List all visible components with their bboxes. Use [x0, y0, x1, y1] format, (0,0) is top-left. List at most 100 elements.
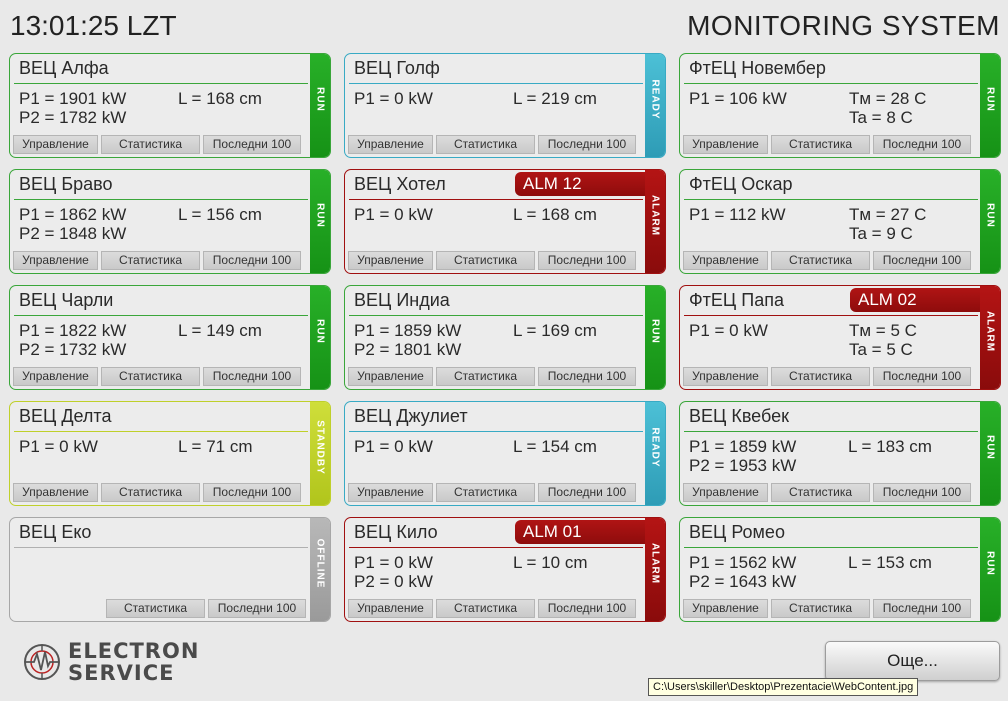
- last-100-button[interactable]: Последни 100: [873, 251, 971, 270]
- water-level: L = 10 cm: [513, 553, 588, 572]
- more-button[interactable]: Още...: [825, 641, 1000, 681]
- power-p1: P1 = 0 kW: [19, 437, 98, 456]
- last-100-button[interactable]: Последни 100: [538, 483, 636, 502]
- status-strip: ALARM: [645, 170, 665, 273]
- divider: [14, 431, 308, 432]
- card-buttons: Управление Статистика Последни 100: [348, 367, 641, 386]
- control-button[interactable]: Управление: [348, 367, 433, 386]
- last-100-button[interactable]: Последни 100: [203, 251, 301, 270]
- status-strip: RUN: [645, 286, 665, 389]
- control-button[interactable]: Управление: [348, 135, 433, 154]
- water-level: L = 183 cm: [848, 437, 932, 456]
- last-100-button[interactable]: Последни 100: [538, 251, 636, 270]
- status-label: RUN: [984, 435, 996, 460]
- station-card[interactable]: ФтЕЦ Оскар P1 = 112 kW Tм = 27 C Ta = 9 C Уп…: [679, 169, 1001, 274]
- station-card[interactable]: ВЕЦ Индиа P1 = 1859 kW P2 = 1801 kW L = 169…: [344, 285, 666, 390]
- station-card[interactable]: ВЕЦ Чарли P1 = 1822 kW P2 = 1732 kW L = 149…: [9, 285, 331, 390]
- status-strip: ALARM: [645, 518, 665, 621]
- station-card[interactable]: ФтЕЦ Новембер P1 = 106 kW Tм = 28 C Ta = 8 …: [679, 53, 1001, 158]
- status-label: RUN: [314, 319, 326, 344]
- status-strip: OFFLINE: [310, 518, 330, 621]
- last-100-button[interactable]: Последни 100: [538, 135, 636, 154]
- card-buttons: Управление Статистика Последни 100: [13, 251, 306, 270]
- control-button[interactable]: Управление: [348, 483, 433, 502]
- water-level: L = 219 cm: [513, 89, 597, 108]
- control-button[interactable]: Управление: [683, 135, 768, 154]
- water-level: L = 168 cm: [178, 89, 262, 108]
- statistics-button[interactable]: Статистика: [771, 367, 870, 386]
- control-button[interactable]: Управление: [683, 367, 768, 386]
- divider: [349, 315, 643, 316]
- control-button[interactable]: Управление: [348, 599, 433, 618]
- statistics-button[interactable]: Статистика: [436, 135, 535, 154]
- statistics-button[interactable]: Статистика: [106, 599, 205, 618]
- divider: [14, 315, 308, 316]
- power-p1: P1 = 112 kW: [689, 205, 786, 224]
- station-card[interactable]: ФтЕЦ Папа ALM 02 P1 = 0 kW Tм = 5 C Ta = 5 C…: [679, 285, 1001, 390]
- statistics-button[interactable]: Статистика: [101, 251, 200, 270]
- last-100-button[interactable]: Последни 100: [203, 483, 301, 502]
- control-button[interactable]: Управление: [13, 135, 98, 154]
- statistics-button[interactable]: Статистика: [771, 251, 870, 270]
- statistics-button[interactable]: Статистика: [436, 599, 535, 618]
- status-strip: RUN: [310, 286, 330, 389]
- control-button[interactable]: Управление: [348, 251, 433, 270]
- card-buttons: Управление Статистика Последни 100: [348, 135, 641, 154]
- station-card[interactable]: ВЕЦ Хотел ALM 12 P1 = 0 kW L = 168 cm Управл…: [344, 169, 666, 274]
- status-strip: READY: [645, 54, 665, 157]
- statistics-button[interactable]: Статистика: [771, 483, 870, 502]
- statistics-button[interactable]: Статистика: [101, 483, 200, 502]
- power-p2: P2 = 1801 kW: [354, 340, 462, 359]
- station-card[interactable]: ВЕЦ Делта P1 = 0 kW L = 71 cm Управление Ста…: [9, 401, 331, 506]
- control-button[interactable]: Управление: [13, 251, 98, 270]
- control-button[interactable]: Управление: [683, 483, 768, 502]
- last-100-button[interactable]: Последни 100: [208, 599, 306, 618]
- card-buttons: Управление Статистика Последни 100: [683, 251, 976, 270]
- water-level: L = 153 cm: [848, 553, 932, 572]
- station-card[interactable]: ВЕЦ Ромео P1 = 1562 kW P2 = 1643 kW L = 153…: [679, 517, 1001, 622]
- card-buttons: Управление Статистика Последни 100: [13, 483, 306, 502]
- station-card[interactable]: ВЕЦ Голф P1 = 0 kW L = 219 cm Управление Ста…: [344, 53, 666, 158]
- statistics-button[interactable]: Статистика: [101, 135, 200, 154]
- last-100-button[interactable]: Последни 100: [873, 599, 971, 618]
- statistics-button[interactable]: Статистика: [101, 367, 200, 386]
- station-card[interactable]: ВЕЦ Квебек P1 = 1859 kW P2 = 1953 kW L = 18…: [679, 401, 1001, 506]
- statistics-button[interactable]: Статистика: [436, 251, 535, 270]
- statistics-button[interactable]: Статистика: [436, 367, 535, 386]
- station-name: ФтЕЦ Оскар: [689, 174, 793, 194]
- status-label: ALARM: [649, 542, 661, 585]
- water-level: L = 156 cm: [178, 205, 262, 224]
- last-100-button[interactable]: Последни 100: [538, 599, 636, 618]
- statistics-button[interactable]: Статистика: [771, 599, 870, 618]
- power-p1: P1 = 1859 kW: [689, 437, 797, 456]
- control-button[interactable]: Управление: [13, 367, 98, 386]
- control-button[interactable]: Управление: [683, 251, 768, 270]
- station-card[interactable]: ВЕЦ Алфа P1 = 1901 kW P2 = 1782 kW L = 168 …: [9, 53, 331, 158]
- last-100-button[interactable]: Последни 100: [873, 135, 971, 154]
- control-button[interactable]: Управление: [13, 483, 98, 502]
- alarm-badge[interactable]: ALM 01: [515, 520, 645, 544]
- statistics-button[interactable]: Статистика: [771, 135, 870, 154]
- status-strip: READY: [645, 402, 665, 505]
- card-buttons: Управление Статистика Последни 100: [348, 483, 641, 502]
- alarm-badge[interactable]: ALM 02: [850, 288, 980, 312]
- file-path-tooltip: C:\Users\skiller\Desktop\Prezentacie\Web…: [648, 678, 919, 696]
- control-button[interactable]: Управление: [683, 599, 768, 618]
- last-100-button[interactable]: Последни 100: [873, 367, 971, 386]
- card-buttons: Управление Статистика Последни 100: [348, 251, 641, 270]
- status-strip: RUN: [980, 54, 1000, 157]
- water-level: L = 71 cm: [178, 437, 253, 456]
- power-p1: P1 = 1901 kW: [19, 89, 127, 108]
- station-card[interactable]: ВЕЦ Браво P1 = 1862 kW P2 = 1848 kW L = 156…: [9, 169, 331, 274]
- statistics-button[interactable]: Статистика: [436, 483, 535, 502]
- station-card[interactable]: ВЕЦ Кило ALM 01 P1 = 0 kW P2 = 0 kW L = 10 c…: [344, 517, 666, 622]
- last-100-button[interactable]: Последни 100: [203, 135, 301, 154]
- last-100-button[interactable]: Последни 100: [873, 483, 971, 502]
- alarm-badge[interactable]: ALM 12: [515, 172, 645, 196]
- last-100-button[interactable]: Последни 100: [538, 367, 636, 386]
- last-100-button[interactable]: Последни 100: [203, 367, 301, 386]
- station-name: ВЕЦ Браво: [19, 174, 113, 194]
- station-name: ВЕЦ Голф: [354, 58, 440, 78]
- station-card[interactable]: ВЕЦ Джулиет P1 = 0 kW L = 154 cm Управление…: [344, 401, 666, 506]
- station-card[interactable]: ВЕЦ Еко Статистика Последни 100 OFFLINE: [9, 517, 331, 622]
